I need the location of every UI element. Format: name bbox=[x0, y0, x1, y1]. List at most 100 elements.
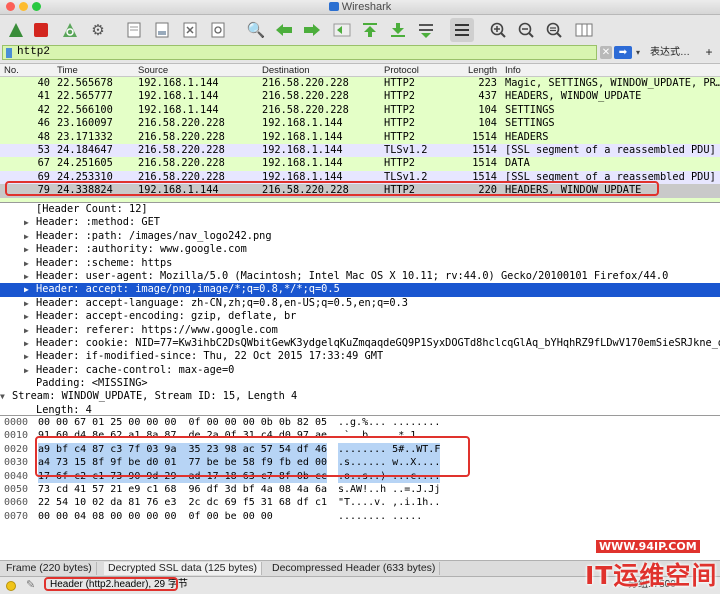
gear-icon: ⚙ bbox=[91, 22, 105, 39]
wireshark-logo-icon bbox=[328, 2, 339, 11]
detail-tree-label: Header: accept-language: zh-CN,zh;q=0.8,… bbox=[36, 296, 408, 309]
display-filter-input[interactable]: http2 bbox=[2, 45, 597, 60]
detail-tree-item[interactable]: ▶ Header: :scheme: https bbox=[0, 257, 720, 270]
tab-frame[interactable]: Frame (220 bytes) bbox=[2, 562, 97, 575]
packet-length: 1514 bbox=[472, 143, 497, 156]
filter-expression-button[interactable]: 表达式… bbox=[650, 46, 690, 59]
packet-row[interactable]: 53 24.184647 216.58.220.228 192.168.1.144 TL… bbox=[0, 143, 720, 158]
last-packet-button[interactable] bbox=[386, 18, 410, 42]
main-toolbar: ⚙ 🔍 bbox=[0, 15, 720, 46]
collapsed-arrow-icon[interactable]: ▶ bbox=[24, 230, 29, 243]
close-file-button[interactable] bbox=[178, 18, 202, 42]
detail-tree-item[interactable]: ▶ Header: cookie: NID=77=Kw3ihbC2DsQWbitG… bbox=[0, 337, 720, 350]
detail-tree-item[interactable]: ▶ Header: :method: GET bbox=[0, 216, 720, 229]
hex-row[interactable]: 0050 73 cd 41 57 21 e9 c1 68 96 df 3d bf … bbox=[0, 483, 720, 496]
detail-tree-item[interactable]: Padding: <MISSING> bbox=[0, 377, 720, 390]
detail-tree-item[interactable]: ▶ Header: accept: image/png,image/*;q=0.8… bbox=[0, 283, 720, 297]
column-length[interactable]: Length bbox=[468, 65, 497, 76]
hex-row[interactable]: 0000 00 00 67 01 25 00 00 00 0f 00 00 00 … bbox=[0, 416, 720, 429]
packet-row[interactable]: 48 23.171332 216.58.220.228 192.168.1.144 HT… bbox=[0, 130, 720, 144]
go-back-button[interactable] bbox=[272, 18, 296, 42]
collapsed-arrow-icon[interactable]: ▶ bbox=[24, 270, 29, 283]
collapsed-arrow-icon[interactable]: ▶ bbox=[24, 324, 29, 337]
find-packet-button[interactable]: 🔍 bbox=[244, 18, 268, 42]
packet-row[interactable]: 41 22.565777 192.168.1.144 216.58.220.228 HT… bbox=[0, 90, 720, 104]
packet-length: 223 bbox=[478, 77, 497, 89]
go-forward-button[interactable] bbox=[300, 18, 324, 42]
collapsed-arrow-icon[interactable]: ▶ bbox=[24, 310, 29, 323]
edit-comment-icon[interactable]: ✎ bbox=[26, 577, 35, 593]
column-destination[interactable]: Destination bbox=[262, 65, 310, 76]
column-source[interactable]: Source bbox=[138, 65, 168, 76]
detail-tree-label: Header: if-modified-since: Thu, 22 Oct 2… bbox=[36, 350, 384, 363]
collapsed-arrow-icon[interactable]: ▶ bbox=[24, 283, 29, 296]
detail-tree-item[interactable]: Length: 4 bbox=[0, 404, 720, 415]
packet-row[interactable]: 42 22.566100 192.168.1.144 216.58.220.228 HT… bbox=[0, 103, 720, 118]
apply-filter-button[interactable]: ➡ bbox=[614, 46, 632, 59]
packet-time: 22.566100 bbox=[57, 103, 113, 116]
stop-capture-button[interactable] bbox=[29, 18, 53, 42]
packet-info: HEADERS, WINDOW_UPDATE bbox=[505, 90, 642, 103]
first-packet-button[interactable] bbox=[358, 18, 382, 42]
packet-rows: 40 22.565678 192.168.1.144 216.58.220.228 HT… bbox=[0, 77, 720, 198]
go-to-packet-button[interactable] bbox=[330, 18, 354, 42]
start-capture-button[interactable] bbox=[4, 18, 28, 42]
collapsed-arrow-icon[interactable]: ▶ bbox=[24, 297, 29, 310]
filter-bookmark-icon[interactable] bbox=[6, 48, 12, 58]
goto-packet-icon bbox=[333, 23, 351, 37]
packet-length: 104 bbox=[478, 117, 497, 130]
reload-file-button[interactable] bbox=[206, 18, 230, 42]
packet-row[interactable]: 46 23.160097 216.58.220.228 192.168.1.144 HT… bbox=[0, 117, 720, 131]
column-info[interactable]: Info bbox=[505, 65, 521, 76]
detail-tree-item[interactable]: ▼ Stream: WINDOW_UPDATE, Stream ID: 15, L… bbox=[0, 390, 720, 403]
filter-history-dropdown[interactable]: ▾ bbox=[634, 46, 642, 59]
collapsed-arrow-icon[interactable]: ▶ bbox=[24, 350, 29, 363]
open-file-button[interactable] bbox=[122, 18, 146, 42]
add-filter-button[interactable]: + bbox=[702, 46, 716, 59]
detail-tree-item[interactable]: ▶ Header: :path: /images/nav_logo242.png bbox=[0, 230, 720, 243]
zoom-normal-button[interactable] bbox=[542, 18, 566, 42]
packet-destination: 192.168.1.144 bbox=[262, 157, 343, 170]
capture-options-button[interactable]: ⚙ bbox=[86, 18, 110, 42]
file-save-icon bbox=[155, 22, 169, 38]
packet-time: 24.184647 bbox=[57, 143, 113, 156]
detail-tree-item[interactable]: ▶ Header: user-agent: Mozilla/5.0 (Macint… bbox=[0, 270, 720, 283]
packet-row[interactable]: 67 24.251605 216.58.220.228 192.168.1.144 HT… bbox=[0, 157, 720, 171]
hex-row[interactable]: 0060 22 54 10 02 da 81 76 e3 2c dc 69 f5 … bbox=[0, 496, 720, 509]
detail-tree-item[interactable]: [Header Count: 12] bbox=[0, 203, 720, 216]
collapsed-arrow-icon[interactable]: ▶ bbox=[24, 216, 29, 229]
tab-decompressed-header[interactable]: Decompressed Header (633 bytes) bbox=[268, 562, 441, 575]
hex-row[interactable]: 0070 00 00 04 08 00 00 00 00 0f 00 be 00 … bbox=[0, 510, 720, 523]
zoom-out-button[interactable] bbox=[514, 18, 538, 42]
packet-info: DATA bbox=[505, 157, 530, 170]
detail-tree-item[interactable]: ▶ Header: referer: https://www.google.com bbox=[0, 324, 720, 337]
auto-scroll-button[interactable] bbox=[414, 18, 438, 42]
packet-length: 104 bbox=[478, 103, 497, 116]
packet-row[interactable]: 40 22.565678 192.168.1.144 216.58.220.228 HT… bbox=[0, 77, 720, 91]
collapsed-arrow-icon[interactable]: ▶ bbox=[24, 337, 29, 350]
save-file-button[interactable] bbox=[150, 18, 174, 42]
restart-capture-button[interactable] bbox=[58, 18, 82, 42]
column-time[interactable]: Time bbox=[57, 65, 78, 76]
window-title: Wireshark bbox=[0, 1, 720, 13]
resize-columns-button[interactable] bbox=[572, 18, 596, 42]
detail-tree-item[interactable]: ▶ Header: accept-language: zh-CN,zh;q=0.8… bbox=[0, 297, 720, 310]
collapsed-arrow-icon[interactable]: ▶ bbox=[24, 243, 29, 256]
detail-tree-item[interactable]: ▶ Header: :authority: www.google.com bbox=[0, 243, 720, 256]
zoom-in-button[interactable] bbox=[486, 18, 510, 42]
tab-decrypted-ssl[interactable]: Decrypted SSL data (125 bytes) bbox=[104, 562, 263, 575]
hex-ascii: s.AW!..h ..=.J.Jj bbox=[338, 483, 441, 495]
detail-tree-item[interactable]: ▶ Header: accept-encoding: gzip, deflate,… bbox=[0, 310, 720, 323]
column-protocol[interactable]: Protocol bbox=[384, 65, 419, 76]
packet-source: 192.168.1.144 bbox=[138, 77, 219, 89]
packet-info: Magic, SETTINGS, WINDOW_UPDATE, PR… bbox=[505, 77, 720, 89]
column-no[interactable]: No. bbox=[4, 65, 19, 76]
detail-tree-item[interactable]: ▶ Header: if-modified-since: Thu, 22 Oct … bbox=[0, 350, 720, 363]
collapsed-arrow-icon[interactable]: ▶ bbox=[24, 364, 29, 377]
collapsed-arrow-icon[interactable]: ▶ bbox=[24, 257, 29, 270]
clear-filter-button[interactable]: ✕ bbox=[600, 46, 612, 59]
colorize-button[interactable] bbox=[450, 18, 474, 42]
expert-info-icon[interactable] bbox=[6, 581, 16, 591]
detail-tree-item[interactable]: ▶ Header: cache-control: max-age=0 bbox=[0, 364, 720, 377]
expanded-arrow-icon[interactable]: ▼ bbox=[0, 390, 5, 403]
